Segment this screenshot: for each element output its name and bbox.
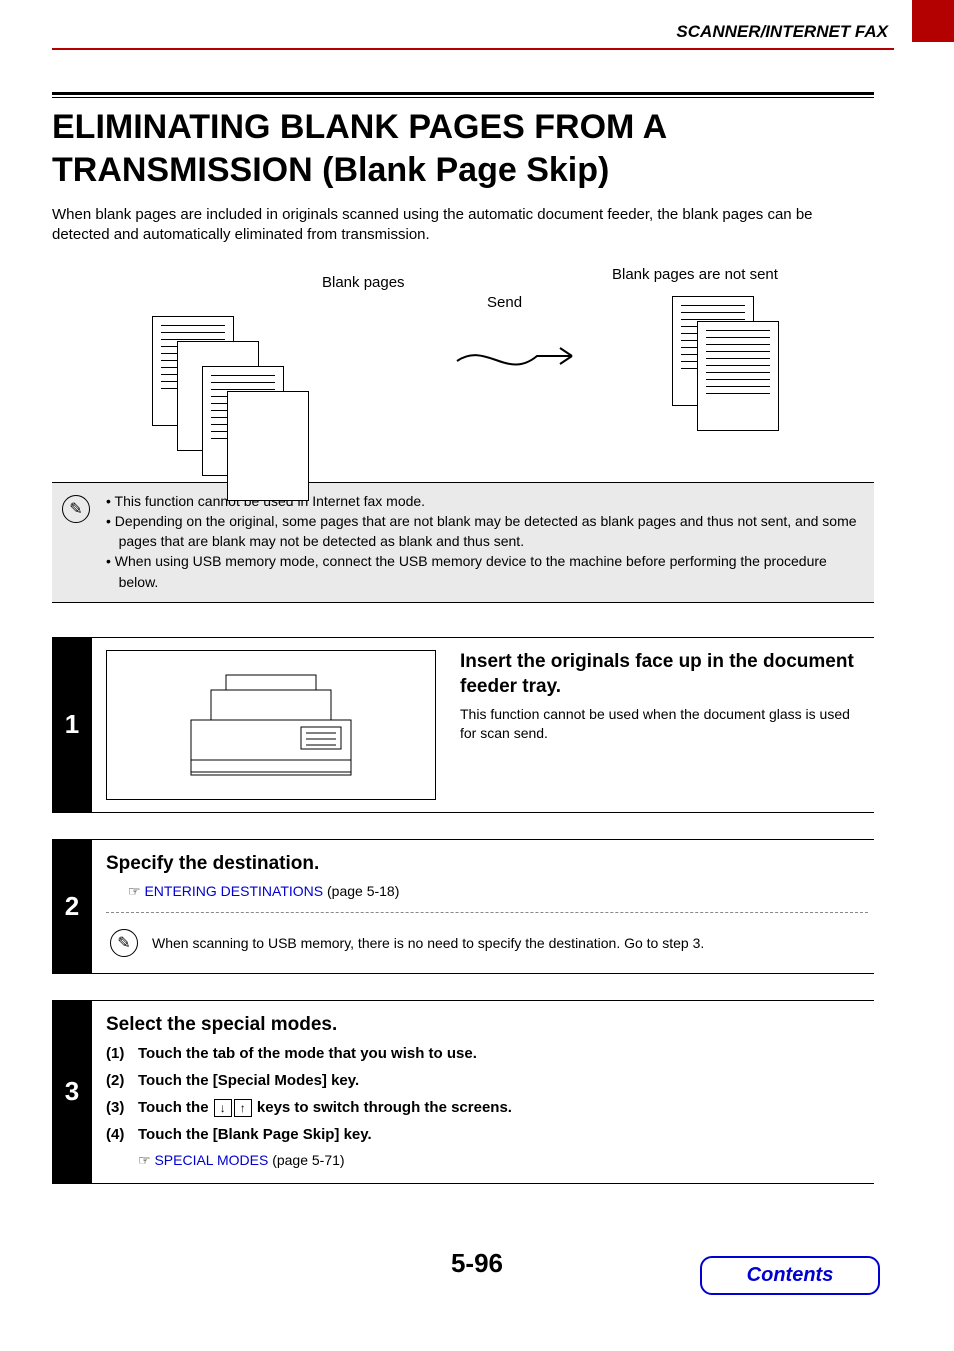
note-item: Depending on the original, some pages th… [106,511,864,552]
contents-button[interactable]: Contents [700,1256,880,1295]
chapter-tab [912,0,954,42]
step-3-title: Select the special modes. [106,1013,868,1038]
note-item: When using USB memory mode, connect the … [106,551,864,592]
blank-page-diagram: Blank pages Send Blank pages are not sen… [142,266,824,466]
step-number: 1 [52,638,92,812]
send-label: Send [487,294,522,311]
step-1: 1 Insert the originals face up in the do… [52,637,874,813]
substep-text-pre: Touch the [138,1099,213,1116]
page-title: ELIMINATING BLANK PAGES FROM A TRANSMISS… [52,106,874,191]
step-2-note: ✎ When scanning to USB memory, there is … [106,925,868,961]
link-page-ref: (page 5-71) [268,1152,344,1168]
step-2: 2 Specify the destination. ☞ ENTERING DE… [52,839,874,974]
arrow-up-key-icon: ↑ [234,1099,252,1117]
substep-text: Touch the tab of the mode that you wish … [138,1045,477,1062]
step-2-link-line: ☞ ENTERING DESTINATIONS (page 5-18) [128,883,868,900]
substep-num: (1) [106,1043,138,1064]
note-item: This function cannot be used in Internet… [106,491,864,511]
not-sent-label: Blank pages are not sent [612,266,778,283]
page-content: ELIMINATING BLANK PAGES FROM A TRANSMISS… [52,92,874,1210]
printer-icon [171,665,371,785]
step-3-list: (1)Touch the tab of the mode that you wi… [106,1043,868,1171]
entering-destinations-link[interactable]: ENTERING DESTINATIONS [144,883,323,899]
substep-text: Touch the [Blank Page Skip] key. [138,1126,372,1143]
step-3-link-line: ☞ SPECIAL MODES (page 5-71) [138,1151,868,1171]
divider [106,912,868,913]
send-arrow-icon [452,336,582,376]
step-3: 3 Select the special modes. (1)Touch the… [52,1000,874,1184]
substep-num: (3) [106,1097,138,1118]
section-title: SCANNER/INTERNET FAX [676,22,888,41]
note-list: This function cannot be used in Internet… [106,491,864,592]
special-modes-link[interactable]: SPECIAL MODES [154,1152,268,1168]
step-2-title: Specify the destination. [106,852,868,877]
blank-pages-label: Blank pages [322,274,405,291]
link-page-ref: (page 5-18) [323,883,399,899]
step-number: 2 [52,840,92,973]
arrow-down-key-icon: ↓ [214,1099,232,1117]
section-header: SCANNER/INTERNET FAX [52,22,894,50]
title-rule [52,92,874,98]
step-1-title: Insert the originals face up in the docu… [460,650,868,699]
step-number: 3 [52,1001,92,1183]
step-2-note-text: When scanning to USB memory, there is no… [152,935,704,951]
substep-num: (4) [106,1124,138,1145]
step-1-desc: This function cannot be used when the do… [460,705,868,743]
intro-paragraph: When blank pages are included in origina… [52,205,874,246]
substep-text-post: keys to switch through the screens. [253,1099,512,1116]
substep-num: (2) [106,1070,138,1091]
printer-illustration [106,650,436,800]
note-icon: ✎ [110,929,138,957]
note-icon: ✎ [62,495,90,523]
substep-text: Touch the [Special Modes] key. [138,1072,359,1089]
note-box: ✎ This function cannot be used in Intern… [52,482,874,603]
